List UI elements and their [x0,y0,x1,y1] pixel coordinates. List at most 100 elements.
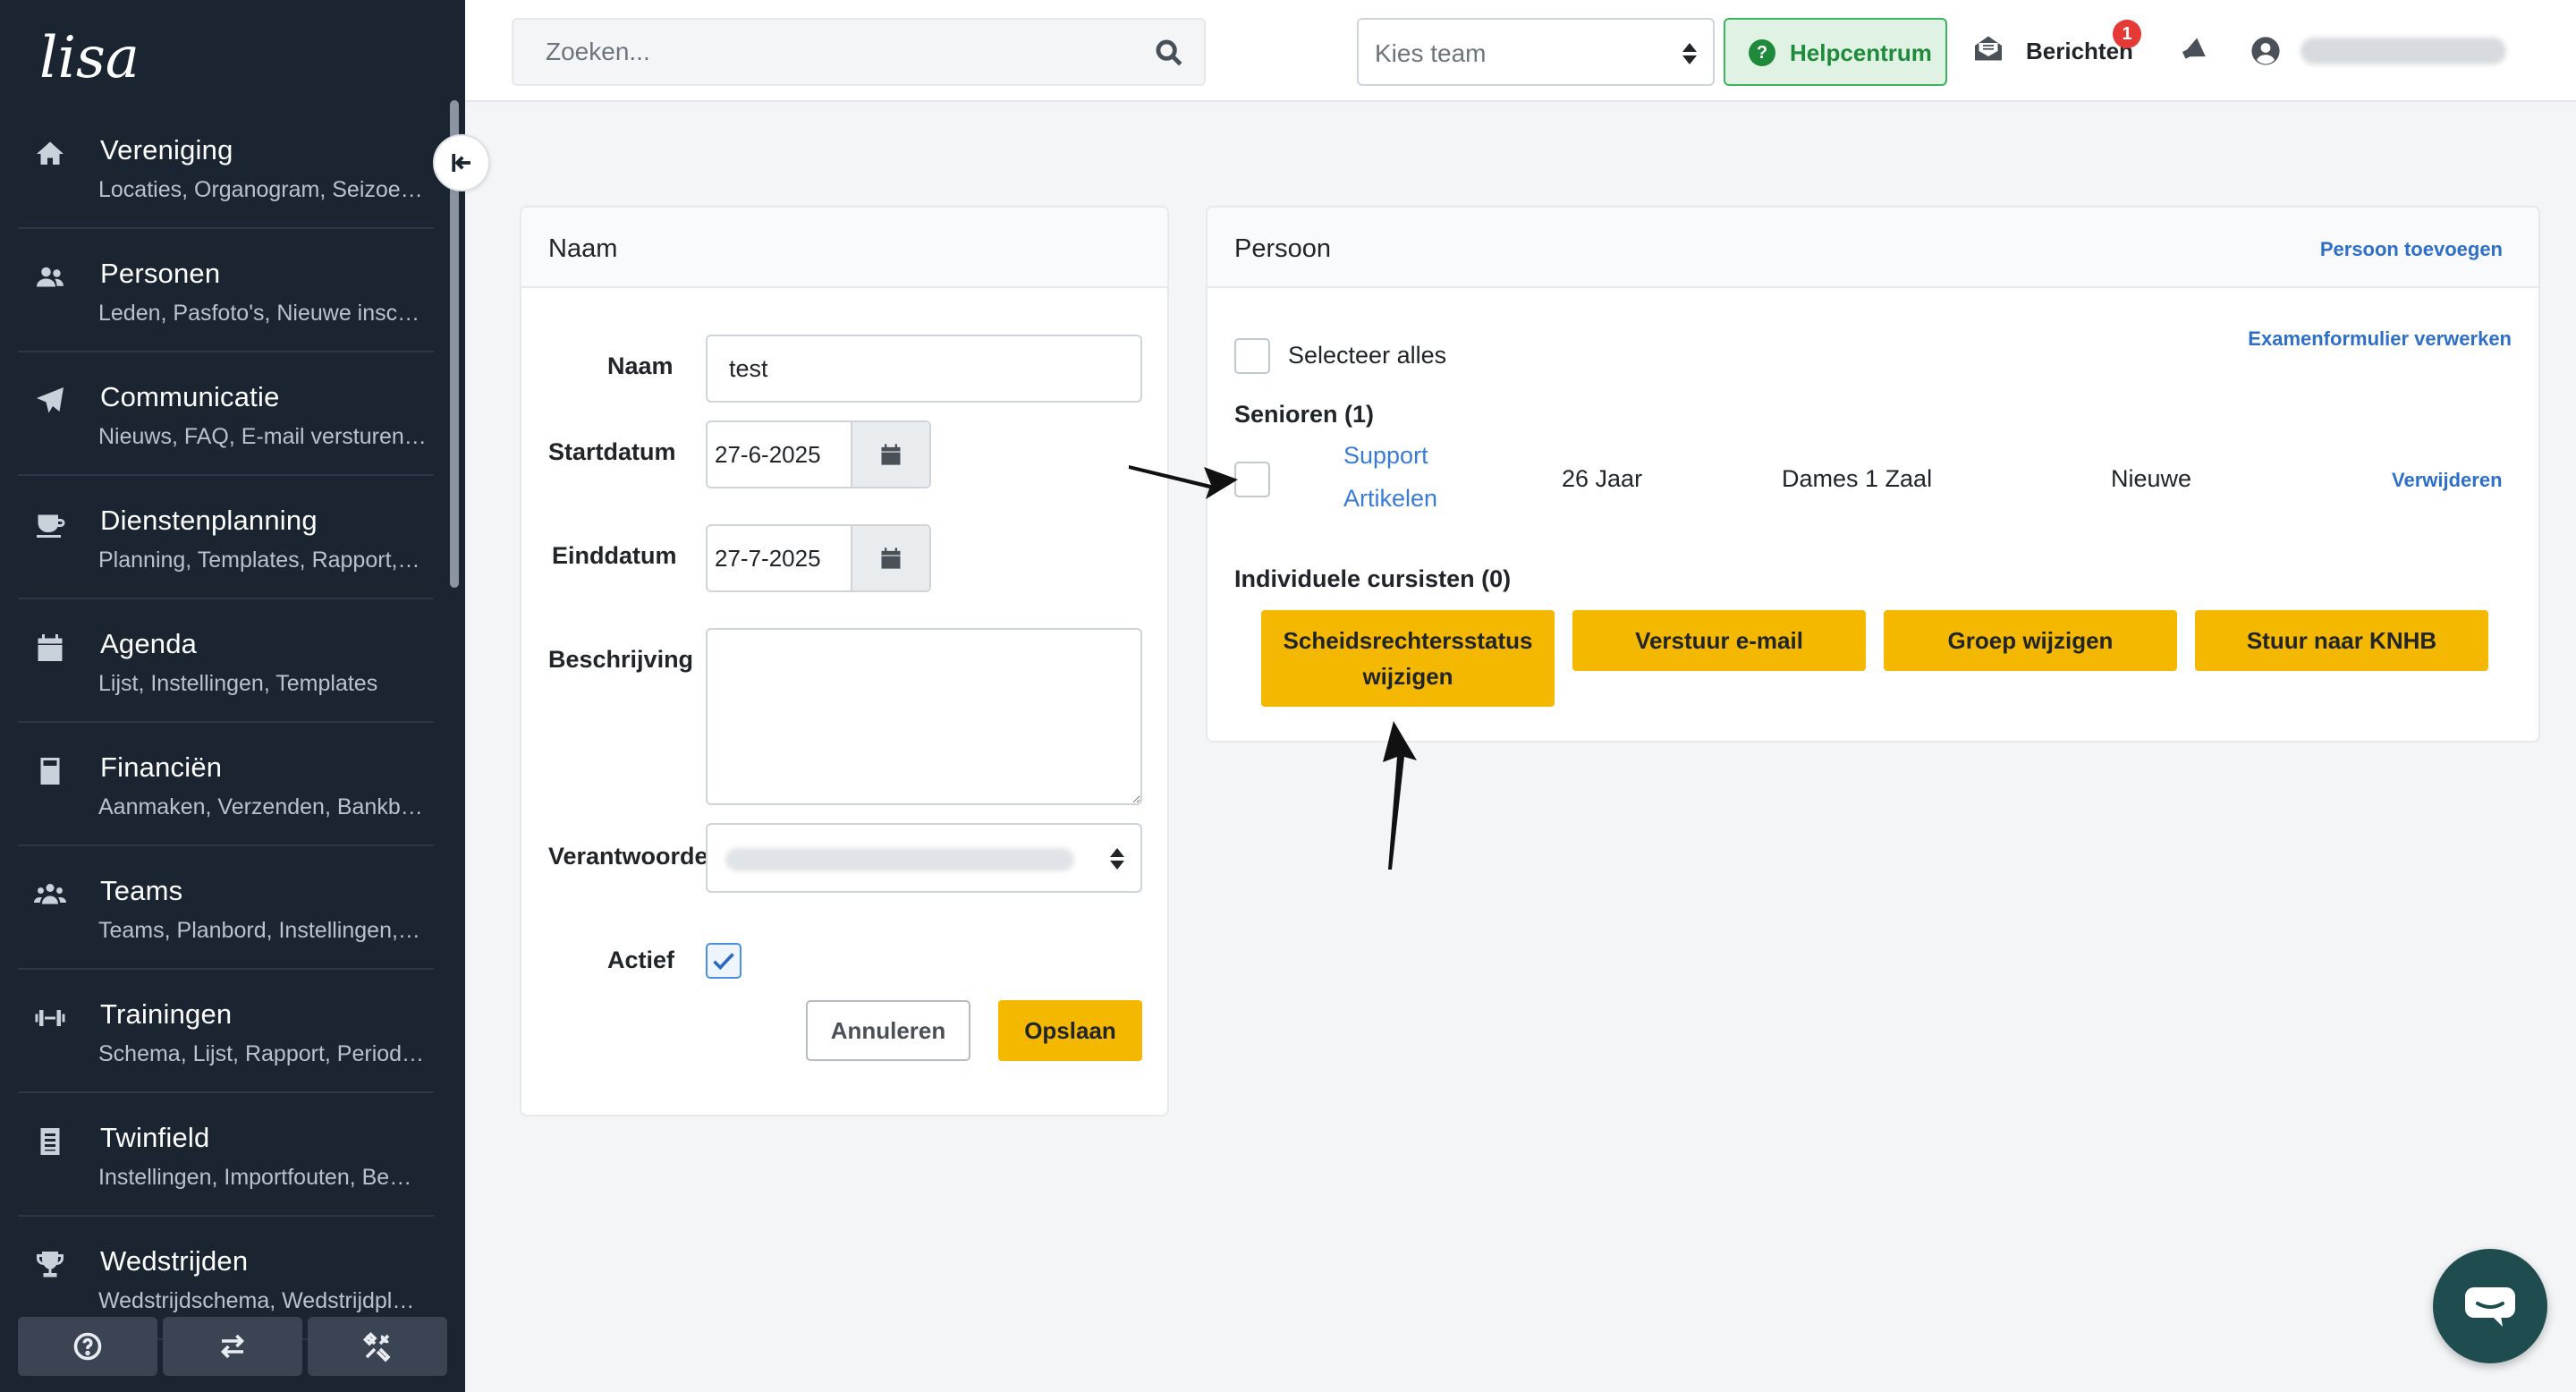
sidebar-nav: Vereniging Locaties, Organogram, Seizoe…… [18,106,434,1340]
group-individuele-label: Individuele cursisten (0) [1234,565,1512,592]
person-checkbox[interactable] [1234,462,1270,497]
actief-label: Actief [607,946,675,973]
startdatum-label: Startdatum [548,438,676,465]
select-all-label: Selecteer alles [1288,342,1447,369]
verantwoordelijke-select[interactable] [706,823,1142,893]
sidebar-item-personen[interactable]: Personen Leden, Pasfoto's, Nieuwe insc… [18,229,434,352]
sidebar-item-subtitle: Nieuws, FAQ, E-mail versturen… [98,424,427,449]
search-icon[interactable] [1154,38,1184,68]
messages-button[interactable]: Berichten 1 [1972,20,2151,82]
sidebar-item-title: Dienstenplanning [100,505,318,536]
sidebar-item-subtitle: Teams, Planbord, Instellingen,… [98,918,420,943]
helpcentrum-label: Helpcentrum [1790,39,1932,66]
verwijderen-link[interactable]: Verwijderen [2392,469,2503,492]
messages-count-badge: 1 [2113,20,2141,48]
select-carets-icon [1110,848,1124,870]
sidebar-item-dienstenplanning[interactable]: Dienstenplanning Planning, Templates, Ra… [18,476,434,599]
notifications-bell-icon[interactable] [2178,36,2210,68]
sidebar-item-title: Trainingen [100,998,233,1030]
sidebar-item-twinfield[interactable]: Twinfield Instellingen, Importfouten, Be… [18,1093,434,1217]
startdatum-group [706,420,931,488]
person-status: Nieuwe [2111,465,2192,492]
users-icon [34,261,70,297]
sidebar-item-subtitle: Instellingen, Importfouten, Be… [98,1165,412,1190]
einddatum-label: Einddatum [552,542,677,569]
einddatum-calendar-button[interactable] [851,526,929,590]
user-circle-icon[interactable] [2250,36,2283,68]
top-bar: Kies team ? Helpcentrum Berichten 1 [465,0,2576,102]
team-icon [34,878,70,914]
person-name-line1[interactable]: Support [1343,442,1428,470]
naam-card-header: Naam [521,208,1167,288]
sidebar-item-teams[interactable]: Teams Teams, Planbord, Instellingen,… [18,846,434,970]
checkmark-icon [713,953,734,971]
opslaan-button[interactable]: Opslaan [998,1000,1142,1061]
sidebar-item-title: Personen [100,258,221,289]
sidebar-item-subtitle: Planning, Templates, Rapport,… [98,547,420,573]
sidebar-item-financien[interactable]: Financiën Aanmaken, Verzenden, Bankb… [18,723,434,846]
beschrijving-textarea[interactable] [706,628,1142,805]
annuleren-button[interactable]: Annuleren [806,1000,970,1061]
stuur-naar-knhb-button[interactable]: Stuur naar KNHB [2195,610,2488,671]
scheidsrechtersstatus-button[interactable]: Scheidsrechtersstatus wijzigen [1261,610,1555,707]
einddatum-input[interactable] [708,526,851,590]
startdatum-calendar-button[interactable] [851,422,929,487]
persoon-card-header: Persoon Persoon toevoegen [1208,208,2538,288]
sidebar-item-agenda[interactable]: Agenda Lijst, Instellingen, Templates [18,599,434,723]
sidebar-item-communicatie[interactable]: Communicatie Nieuws, FAQ, E-mail verstur… [18,352,434,476]
naam-label: Naam [607,352,674,379]
team-select-value: Kies team [1375,39,1487,67]
verstuur-email-button[interactable]: Verstuur e-mail [1572,610,1866,671]
sidebar: lisa Vereniging Locaties, Organogram, Se… [0,0,465,1392]
user-name-blurred[interactable] [2301,38,2506,64]
paper-plane-icon [34,385,70,420]
calendar-icon [34,632,70,667]
sidebar-item-title: Agenda [100,628,198,659]
sidebar-item-vereniging[interactable]: Vereniging Locaties, Organogram, Seizoe… [18,106,434,229]
annotation-arrow-right [1129,465,1238,499]
sidebar-item-subtitle: Locaties, Organogram, Seizoe… [98,177,423,202]
calendar-icon [881,547,901,569]
collapse-left-icon [452,154,470,172]
einddatum-group [706,524,931,592]
question-circle-icon [73,1332,102,1361]
calendar-icon [881,444,901,465]
lisa-logo[interactable]: lisa [36,16,161,97]
naam-card: Naam Naam Startdatum Einddatum Beschrijv… [520,206,1169,1116]
search-input[interactable] [513,20,1140,84]
svg-text:lisa: lisa [39,25,140,91]
naam-input[interactable] [706,335,1142,403]
examenformulier-link[interactable]: Examenformulier verwerken [2248,327,2512,351]
trophy-icon [34,1249,70,1285]
actief-checkbox[interactable] [706,943,741,979]
select-carets-icon [1682,43,1697,64]
coffee-cup-icon [34,508,70,544]
sidebar-item-title: Vereniging [100,134,233,166]
switch-button[interactable] [163,1317,302,1376]
calculator-icon [34,755,70,791]
team-select[interactable]: Kies team [1357,18,1715,86]
persoon-toevoegen-link[interactable]: Persoon toevoegen [2320,238,2503,261]
chat-support-button[interactable] [2433,1249,2547,1363]
verantwoordelijke-label: Verantwoordel [548,843,716,870]
groep-wijzigen-button[interactable]: Groep wijzigen [1884,610,2177,671]
person-name-line2[interactable]: Artikelen [1343,485,1437,513]
sidebar-footer-actions [18,1317,447,1376]
envelope-open-icon [1972,32,2004,64]
sidebar-item-subtitle: Leden, Pasfoto's, Nieuwe insc… [98,301,420,326]
group-senioren-label: Senioren (1) [1234,401,1375,428]
chat-bubble-icon [2465,1287,2515,1327]
helpcentrum-button[interactable]: ? Helpcentrum [1724,18,1947,86]
tools-button[interactable] [308,1317,447,1376]
sidebar-item-trainingen[interactable]: Trainingen Schema, Lijst, Rapport, Perio… [18,970,434,1093]
persoon-card-title: Persoon [1234,234,1332,263]
startdatum-input[interactable] [708,422,851,487]
collapse-sidebar-button[interactable] [433,134,490,191]
annotation-arrow-up [1383,721,1417,870]
persoon-card: Persoon Persoon toevoegen Selecteer alle… [1206,206,2540,743]
question-icon: ? [1749,39,1775,66]
naam-card-title: Naam [548,234,618,263]
help-circle-button[interactable] [18,1317,157,1376]
select-all-checkbox[interactable] [1234,338,1270,374]
sidebar-item-title: Financiën [100,751,223,783]
